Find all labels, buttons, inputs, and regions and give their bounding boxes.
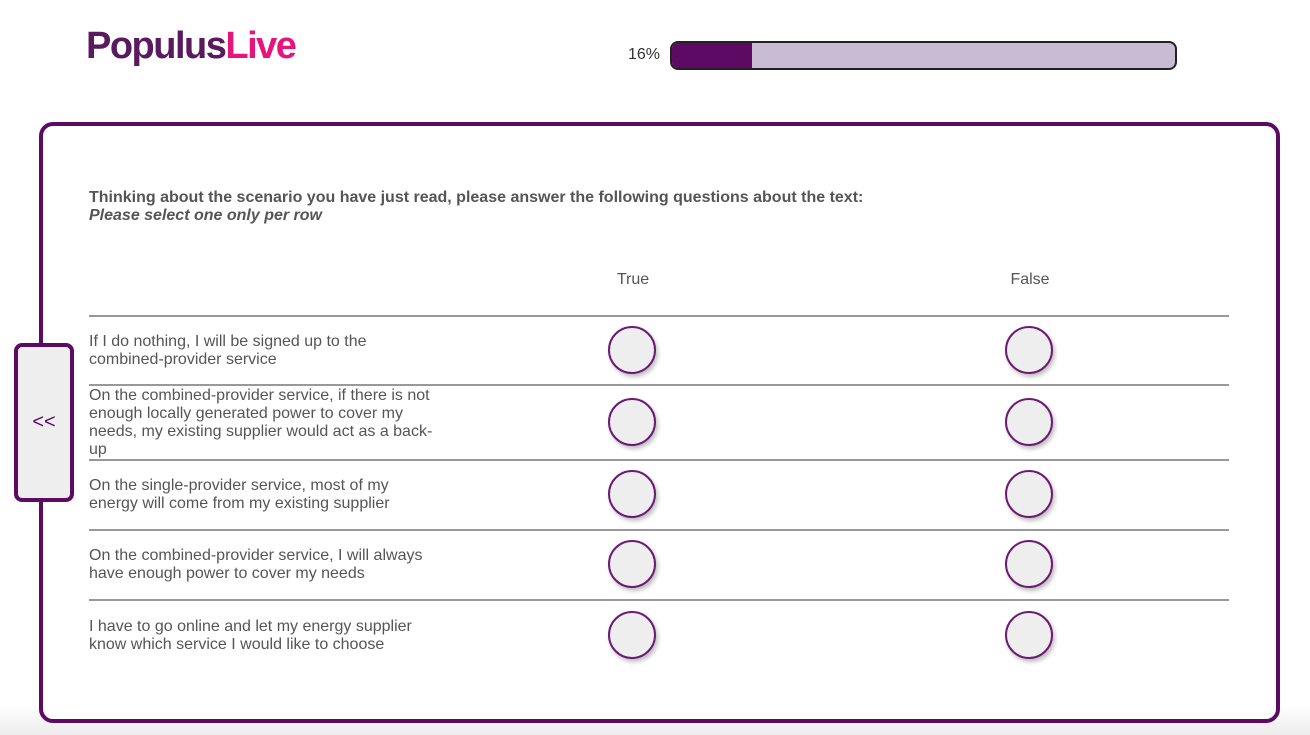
statement-4: On the combined-provider service, I will… xyxy=(89,547,423,582)
statement-3: On the single-provider service, most of … xyxy=(89,477,390,512)
logo-live-text: Live xyxy=(225,25,297,67)
column-header-true: True xyxy=(616,271,650,288)
radio-true-5[interactable] xyxy=(608,611,656,659)
grid-rule xyxy=(89,459,1229,461)
progress-bar-fill xyxy=(672,43,753,68)
radio-false-2[interactable] xyxy=(1005,398,1053,446)
radio-true-3[interactable] xyxy=(608,470,656,518)
populus-live-logo: PopulusLive xyxy=(86,24,297,68)
logo-populus-text: Populus xyxy=(86,25,227,67)
statement-1: If I do nothing, I will be signed up to … xyxy=(89,333,367,368)
radio-false-3[interactable] xyxy=(1005,470,1053,518)
question-text: Thinking about the scenario you have jus… xyxy=(89,189,864,206)
radio-false-5[interactable] xyxy=(1005,611,1053,659)
radio-false-1[interactable] xyxy=(1005,326,1053,374)
grid-rule xyxy=(89,384,1229,386)
grid-rule xyxy=(89,529,1229,531)
radio-true-2[interactable] xyxy=(608,398,656,446)
radio-true-4[interactable] xyxy=(608,540,656,588)
progress-bar xyxy=(670,41,1177,70)
progress-percent: 16% xyxy=(627,46,660,63)
statement-2: On the combined-provider service, if the… xyxy=(89,387,433,458)
grid-rule xyxy=(89,599,1229,601)
column-header-false: False xyxy=(1010,271,1050,288)
statement-5: I have to go online and let my energy su… xyxy=(89,618,412,653)
question-instruction: Please select one only per row xyxy=(89,207,322,224)
radio-false-4[interactable] xyxy=(1005,540,1053,588)
radio-true-1[interactable] xyxy=(608,326,656,374)
grid-rule xyxy=(89,315,1229,317)
back-button[interactable]: << xyxy=(14,343,74,502)
